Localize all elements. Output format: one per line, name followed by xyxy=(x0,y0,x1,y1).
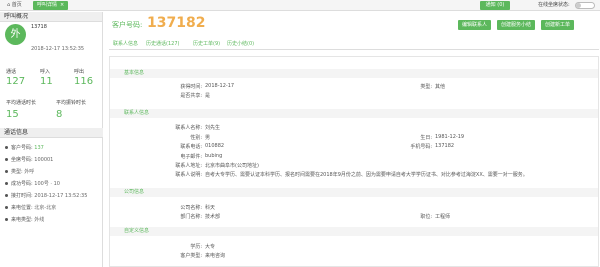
section-company-title: 公司信息 xyxy=(110,188,598,197)
stat-label: 呼出 xyxy=(74,69,85,75)
stat-value: 15 xyxy=(6,109,19,120)
field-value: 来电咨询 xyxy=(205,253,226,259)
customer-number: 137182 xyxy=(147,15,206,31)
field-value: 2018-12-17 xyxy=(205,83,235,89)
field-label: 电子邮件: xyxy=(180,154,202,160)
field-value: 工程师 xyxy=(435,214,451,220)
close-icon[interactable]: × xyxy=(60,2,64,8)
field-value: 大专 xyxy=(205,244,216,250)
field-label: 联系电话: xyxy=(180,144,202,150)
bullet-icon xyxy=(5,170,8,173)
section-custom-title: 自定义信息 xyxy=(110,227,598,236)
call-info-row: 客户号码: 137 xyxy=(5,144,44,151)
field-value: 1981-12-19 xyxy=(435,134,465,140)
bullet-icon xyxy=(5,158,8,161)
field-label: 生日: xyxy=(420,135,432,141)
sub-tabs: 联系人信息 历史通话(127) 历史工单(9) 历史小结(0) xyxy=(109,39,599,50)
customer-number-label: 客户号码: xyxy=(112,21,143,29)
tab-call-detail-label: 呼叫详情 xyxy=(37,2,58,8)
stat-value: 11 xyxy=(40,76,53,87)
stat-value: 116 xyxy=(74,76,94,87)
create-ticket-button[interactable]: 创建新工单 xyxy=(541,20,575,30)
tab-contact-info[interactable]: 联系人信息 xyxy=(113,40,138,47)
field-value: 技术部 xyxy=(205,214,221,220)
field-label: 部门名称: xyxy=(180,214,202,220)
online-status-toggle[interactable] xyxy=(575,2,595,9)
field-label: 性别: xyxy=(190,135,202,141)
field-label: 客户类型: xyxy=(180,253,202,259)
toggle-knob xyxy=(576,3,581,8)
field-value: 010882 xyxy=(205,143,225,149)
top-bar: ⌂ 首页 呼叫详情 × 通知 (0) 在线坐席状态: xyxy=(0,0,600,11)
call-info-row: 来电类型: 外线 xyxy=(5,216,44,223)
stat-label: 平均振铃时长 xyxy=(56,100,87,106)
call-info-row: 类型: 外呼 xyxy=(5,168,34,175)
stat-label: 平均通话时长 xyxy=(6,100,37,106)
tab-call-history[interactable]: 历史通话(127) xyxy=(146,40,179,47)
field-label: 学历: xyxy=(190,244,202,250)
call-info-row: 成功号码: 100号 · 10 xyxy=(5,180,60,187)
tab-ticket-history[interactable]: 历史工单(9) xyxy=(193,40,220,47)
call-info-row: 接打时间: 2018-12-17 13:52:35 xyxy=(5,192,87,199)
tab-summary-history[interactable]: 历史小结(0) xyxy=(227,40,254,47)
section-basic-title: 基本信息 xyxy=(110,69,598,78)
field-label: 是否共享: xyxy=(180,93,202,99)
field-value: 男 xyxy=(205,135,211,141)
customer-time: 2018-12-17 13:52:35 xyxy=(31,46,85,52)
create-summary-button[interactable]: 创建服务小结 xyxy=(497,20,536,30)
field-label: 职位: xyxy=(420,214,432,220)
bullet-icon xyxy=(5,218,8,221)
call-info-title: 通话信息 xyxy=(0,128,103,138)
sidebar: 呼叫概况 外 13718 2018-12-17 13:52:35 通话 呼入 呼… xyxy=(0,12,103,267)
stat-value: 8 xyxy=(56,109,63,120)
field-value: 其他 xyxy=(435,84,446,90)
tab-call-detail[interactable]: 呼叫详情 × xyxy=(33,1,69,10)
avatar: 外 xyxy=(5,24,26,45)
customer-phone: 13718 xyxy=(31,24,47,30)
stat-value: 127 xyxy=(6,76,26,87)
notify-button[interactable]: 通知 (0) xyxy=(480,1,510,10)
bullet-icon xyxy=(5,194,8,197)
field-value: 北京市曲阜市(公司地址) xyxy=(205,163,259,169)
field-value: 科天 xyxy=(205,205,216,211)
field-label: 联系人名称: xyxy=(175,125,202,131)
sidebar-title: 呼叫概况 xyxy=(0,12,102,22)
call-info-row: 坐席号码: 100001 xyxy=(5,156,53,163)
online-status-label: 在线坐席状态: xyxy=(538,2,570,8)
bullet-icon xyxy=(5,146,8,149)
stat-label: 通话 xyxy=(6,69,17,75)
section-contact-title: 联系人信息 xyxy=(110,109,598,118)
field-label: 类型: xyxy=(420,84,432,90)
tab-home-label: 首页 xyxy=(11,2,22,8)
field-value: bubing xyxy=(205,153,223,159)
stat-label: 呼入 xyxy=(40,69,51,75)
tab-home[interactable]: ⌂ 首页 xyxy=(3,1,26,10)
call-info-row: 来电位置: 北京-北京 xyxy=(5,204,56,211)
contact-detail-panel: 基本信息 获得时间: 2018-12-17 类型: 其他 是否共享: 是 联系人… xyxy=(109,56,599,267)
field-value: 自考大专学历、需要认证本科学历、报名时间需要在2018年9月份之前、因为需要申请… xyxy=(205,172,528,178)
field-value: 刘先生 xyxy=(205,125,221,131)
edit-contact-button[interactable]: 编辑联系人 xyxy=(458,20,492,30)
main-panel: 客户号码: 137182 编辑联系人 创建服务小结 创建新工单 联系人信息 历史… xyxy=(105,12,600,267)
bullet-icon xyxy=(5,182,8,185)
field-label: 公司名称: xyxy=(180,205,202,211)
field-label: 获得时间: xyxy=(180,84,202,90)
field-label: 手机号码: xyxy=(410,144,432,150)
field-label: 联系人说明: xyxy=(175,172,202,178)
field-value: 137182 xyxy=(435,143,455,149)
field-value: 是 xyxy=(205,93,211,99)
bullet-icon xyxy=(5,206,8,209)
field-label: 联系人地址: xyxy=(175,163,202,169)
